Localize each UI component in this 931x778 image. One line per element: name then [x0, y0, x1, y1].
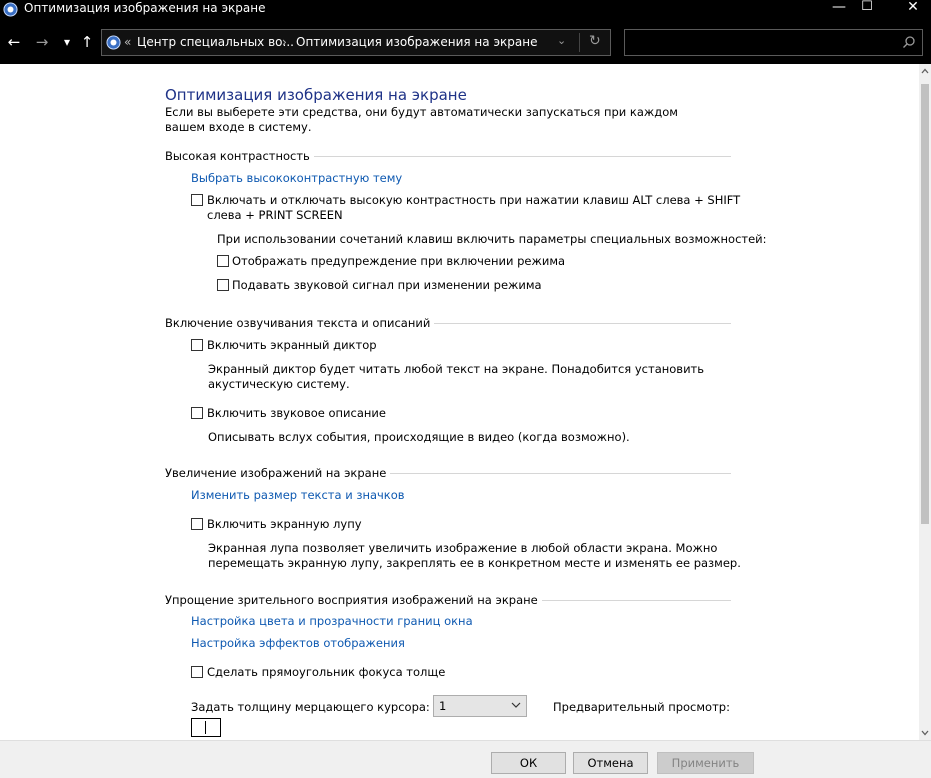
sound-signal-checkbox[interactable] [217, 279, 229, 291]
high-contrast-toggle-label[interactable]: Включать и отключать высокую контрастнос… [207, 193, 742, 223]
preview-label: Предварительный просмотр: [553, 700, 730, 714]
breadcrumb-ease-of-access[interactable]: Центр специальных во... [137, 34, 294, 50]
breadcrumb-separator[interactable]: › [282, 34, 287, 50]
breadcrumb-overflow-chevron[interactable]: « [124, 34, 131, 50]
shortcut-note: При использовании сочетаний клавиш включ… [217, 232, 767, 246]
back-button[interactable]: ← [4, 32, 24, 52]
control-panel-app-icon [3, 2, 18, 17]
ok-button[interactable]: ОК [491, 752, 566, 774]
change-text-size-link[interactable]: Изменить размер текста и значков [191, 488, 405, 502]
refresh-button[interactable]: ↻ [589, 33, 601, 49]
address-divider [579, 33, 580, 52]
close-button[interactable]: ✕ [890, 0, 931, 20]
audio-description-checkbox[interactable] [191, 407, 203, 419]
apply-button[interactable]: Применить [657, 752, 754, 774]
magnifier-checkbox[interactable] [191, 518, 203, 530]
sound-signal-label[interactable]: Подавать звуковой сигнал при изменении р… [232, 278, 542, 293]
section-heading-magnify: Увеличение изображений на экране [165, 466, 391, 480]
high-contrast-toggle-checkbox[interactable] [191, 194, 203, 206]
choose-high-contrast-theme-link[interactable]: Выбрать высококонтрастную тему [191, 171, 402, 185]
search-input[interactable] [624, 29, 923, 56]
scroll-up-arrow-icon[interactable] [921, 68, 929, 74]
cursor-thickness-value: 1 [439, 699, 447, 713]
cancel-button[interactable]: Отмена [573, 752, 648, 774]
breadcrumb-current-page[interactable]: Оптимизация изображения на экране [296, 34, 537, 50]
thick-focus-label[interactable]: Сделать прямоугольник фокуса толще [207, 665, 445, 680]
page-title: Оптимизация изображения на экране [165, 86, 467, 104]
intro-text: Если вы выберете эти средства, они будут… [165, 105, 678, 134]
show-warning-label[interactable]: Отображать предупреждение при включении … [232, 254, 565, 269]
narrator-description: Экранный диктор будет читать любой текст… [208, 362, 705, 391]
cursor-preview-box [191, 718, 221, 737]
magnifier-description: Экранная лупа позволяет увеличить изобра… [208, 541, 741, 570]
forward-button[interactable]: → [32, 32, 52, 52]
audio-description-label[interactable]: Включить звуковое описание [207, 406, 386, 421]
thick-focus-checkbox[interactable] [191, 666, 203, 678]
cursor-thickness-label: Задать толщину мерцающего курсора: [191, 700, 430, 714]
window-title: Оптимизация изображения на экране [24, 1, 266, 15]
scrollbar-thumb[interactable] [921, 84, 929, 524]
maximize-button[interactable]: ☐ [844, 0, 890, 20]
chevron-down-icon [511, 702, 521, 708]
show-warning-checkbox[interactable] [217, 255, 229, 267]
dialog-footer: ОК Отмена Применить [0, 740, 931, 778]
audio-description-text: Описывать вслух события, происходящие в … [208, 430, 630, 444]
narrator-checkbox[interactable] [191, 339, 203, 351]
up-button[interactable]: ↑ [77, 32, 97, 52]
navigation-bar: ← → ▾ ↑ « Центр специальных во... › Опти… [0, 20, 931, 64]
vertical-scrollbar[interactable] [919, 64, 931, 740]
recent-locations-button[interactable]: ▾ [57, 32, 77, 52]
scroll-down-arrow-icon[interactable] [921, 730, 929, 736]
address-bar[interactable]: « Центр специальных во... › Оптимизация … [101, 29, 611, 56]
title-bar: Оптимизация изображения на экране — ☐ ✕ [0, 0, 931, 20]
search-icon[interactable] [902, 35, 916, 49]
visual-effects-link[interactable]: Настройка эффектов отображения [191, 636, 405, 650]
section-heading-narration: Включение озвучивания текста и описаний [165, 316, 435, 330]
control-panel-icon [106, 35, 121, 50]
section-heading-high-contrast: Высокая контрастность [165, 149, 314, 163]
content-pane: Оптимизация изображения на экране Если в… [0, 64, 919, 740]
cursor-preview-caret [205, 721, 206, 734]
section-heading-simplify: Упрощение зрительного восприятия изображ… [165, 593, 542, 607]
narrator-label[interactable]: Включить экранный диктор [207, 338, 377, 353]
window-color-link[interactable]: Настройка цвета и прозрачности границ ок… [191, 614, 473, 628]
address-dropdown-button[interactable]: ⌄ [557, 34, 566, 47]
cursor-thickness-select[interactable]: 1 [433, 695, 527, 717]
magnifier-label[interactable]: Включить экранную лупу [207, 517, 362, 532]
